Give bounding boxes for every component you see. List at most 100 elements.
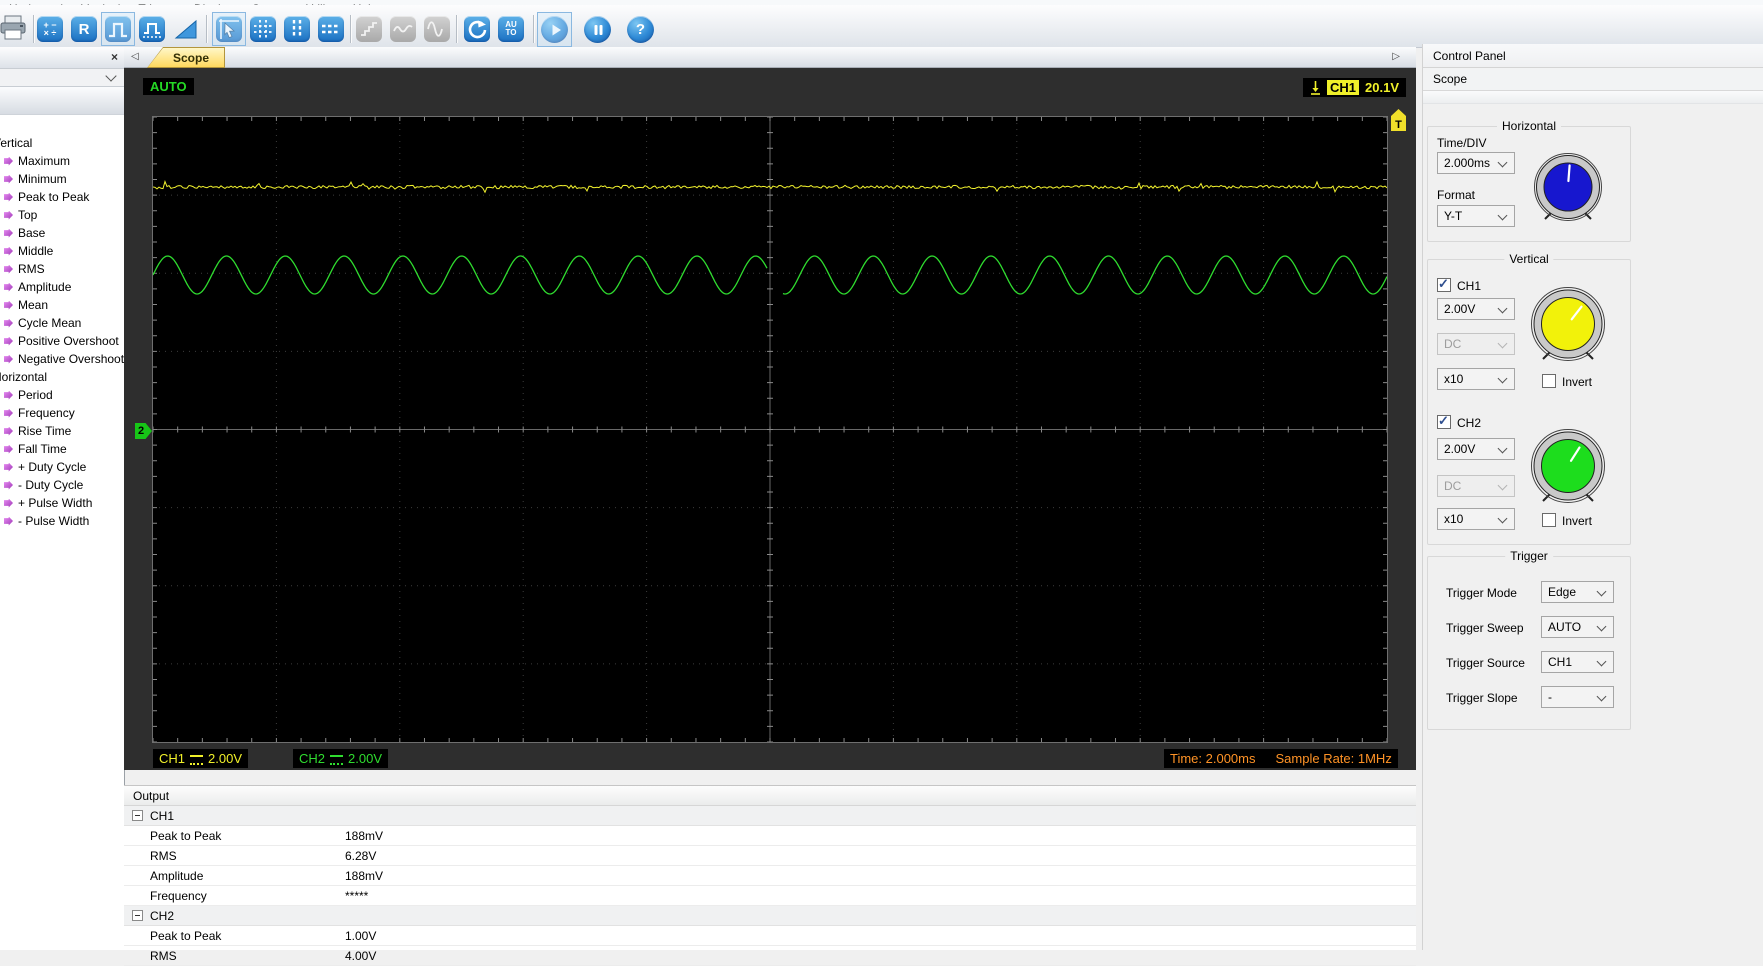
- pulse-button[interactable]: [101, 12, 135, 46]
- measure-label: Maximum: [18, 154, 71, 168]
- ch1-invert-checkbox[interactable]: [1542, 374, 1556, 388]
- toolbar-separator: [33, 15, 35, 43]
- pulse-baseline-button[interactable]: [139, 16, 165, 42]
- collapse-icon[interactable]: [132, 910, 143, 921]
- measure-label: Top: [18, 208, 38, 222]
- measure-list-item[interactable]: Amplitude: [0, 278, 124, 296]
- arrow-bullet-icon: [4, 156, 13, 166]
- ch2-position-marker[interactable]: 2: [135, 423, 152, 439]
- pause-button[interactable]: [584, 16, 611, 43]
- measure-list-item[interactable]: Minimum: [0, 170, 124, 188]
- measure-label: Middle: [18, 244, 54, 258]
- measure-list-item[interactable]: Fall Time: [0, 440, 124, 458]
- trigger-row-select[interactable]: AUTO: [1541, 616, 1614, 638]
- tab-scroll-left-icon[interactable]: ◁: [131, 50, 139, 64]
- horizontal-cursors-button[interactable]: [318, 16, 344, 42]
- ramp-button[interactable]: [173, 16, 199, 42]
- ch2-invert-checkbox[interactable]: [1542, 513, 1556, 527]
- vertical-cursors-button[interactable]: [284, 16, 310, 42]
- tab-scope[interactable]: Scope: [147, 47, 225, 68]
- measure-list-item[interactable]: Vertical: [0, 134, 124, 152]
- close-icon[interactable]: ×: [111, 50, 118, 64]
- tab-scroll-right-icon[interactable]: ▷: [1392, 50, 1400, 64]
- measure-label: Frequency: [18, 406, 75, 420]
- print-button[interactable]: [0, 13, 30, 43]
- step-wave-icon: [361, 22, 377, 36]
- grid-button[interactable]: [250, 16, 276, 42]
- run-button[interactable]: [537, 12, 572, 47]
- measure-list-item[interactable]: Base: [0, 224, 124, 242]
- measure-list-item[interactable]: + Pulse Width: [0, 494, 124, 512]
- measure-list-item[interactable]: Frequency: [0, 404, 124, 422]
- autoset-button[interactable]: AU TO: [498, 16, 524, 42]
- ch2-coupling-select[interactable]: DC: [1437, 475, 1515, 497]
- measure-list-item[interactable]: + Duty Cycle: [0, 458, 124, 476]
- output-row: CH2: [124, 906, 1416, 926]
- sine-wave-button[interactable]: [424, 16, 450, 42]
- tab-scope-label: Scope: [172, 50, 209, 65]
- trigger-source-badge: CH1: [1327, 80, 1360, 95]
- ch1-enable-checkbox[interactable]: [1437, 276, 1451, 292]
- cursor-button[interactable]: [212, 12, 246, 46]
- reference-button[interactable]: R: [71, 16, 97, 42]
- measure-dropdown[interactable]: [0, 69, 124, 87]
- collapse-icon[interactable]: [132, 810, 143, 821]
- measure-list-item[interactable]: - Pulse Width: [0, 512, 124, 530]
- ch1-scale: 2.00V: [208, 751, 242, 766]
- timediv-select[interactable]: 2.000ms: [1437, 152, 1515, 174]
- measure-list-item[interactable]: Top: [0, 206, 124, 224]
- measure-label: Rise Time: [18, 424, 72, 438]
- measure-list-item[interactable]: Middle: [0, 242, 124, 260]
- output-row: Peak to Peak 1.00V: [124, 926, 1416, 946]
- measure-list-item[interactable]: Positive Overshoot: [0, 332, 124, 350]
- help-button[interactable]: ?: [627, 16, 654, 43]
- ch2-enable-checkbox[interactable]: [1437, 413, 1451, 429]
- measure-list-item[interactable]: Mean: [0, 296, 124, 314]
- measure-list-item[interactable]: Period: [0, 386, 124, 404]
- pulse-baseline-icon: [143, 23, 161, 38]
- step-wave-button[interactable]: [356, 16, 382, 42]
- measure-list-item[interactable]: Negative Overshoot: [0, 350, 124, 368]
- ch2-label: CH2: [299, 751, 326, 766]
- math-button[interactable]: + − × ÷: [37, 16, 63, 42]
- ch2-position-knob[interactable]: [1526, 423, 1610, 515]
- ch1-position-knob[interactable]: [1526, 281, 1610, 373]
- ch1-scale-select[interactable]: 2.00V: [1437, 298, 1515, 320]
- arrow-bullet-icon: [4, 246, 13, 256]
- trigger-row-select[interactable]: CH1: [1541, 651, 1614, 673]
- trigger-position-marker[interactable]: T: [1391, 109, 1406, 131]
- ch1-probe-select[interactable]: x10: [1437, 368, 1515, 390]
- measure-list-item[interactable]: - Duty Cycle: [0, 476, 124, 494]
- measure-label: Negative Overshoot: [18, 352, 125, 366]
- trigger-group-title: Trigger: [1505, 549, 1553, 563]
- trigger-row-select[interactable]: Edge: [1541, 581, 1614, 603]
- trigger-rows: Trigger Mode Edge Trigger Sweep AUTO Tri…: [1428, 581, 1630, 721]
- horizontal-knob[interactable]: [1528, 147, 1608, 231]
- toolbar-separator: [456, 15, 458, 43]
- vertical-cursors-icon: [292, 20, 302, 38]
- output-row-value: *****: [345, 889, 369, 903]
- smooth-wave-button[interactable]: [390, 16, 416, 42]
- output-row-label: RMS: [150, 949, 177, 963]
- ch1-status-badge: CH1 2.00V: [153, 749, 248, 768]
- ch1-coupling-select[interactable]: DC: [1437, 333, 1515, 355]
- output-row: RMS 6.28V: [124, 846, 1416, 866]
- play-icon: [552, 24, 561, 35]
- measure-list-item[interactable]: RMS: [0, 260, 124, 278]
- ch2-probe-select[interactable]: x10: [1437, 508, 1515, 530]
- measure-label: Mean: [18, 298, 49, 312]
- trigger-row-value: AUTO: [1548, 620, 1582, 634]
- measure-list-item[interactable]: Cycle Mean: [0, 314, 124, 332]
- measure-list-item[interactable]: Peak to Peak: [0, 188, 124, 206]
- arrow-bullet-icon: [4, 444, 13, 454]
- refresh-button[interactable]: [464, 16, 490, 42]
- output-row: Frequency *****: [124, 886, 1416, 906]
- measure-list-item[interactable]: Maximum: [0, 152, 124, 170]
- ch2-scale-select[interactable]: 2.00V: [1437, 438, 1515, 460]
- measure-list-item[interactable]: Rise Time: [0, 422, 124, 440]
- format-select[interactable]: Y-T: [1437, 205, 1515, 227]
- trigger-row-select[interactable]: -: [1541, 686, 1614, 708]
- measure-list-item[interactable]: Horizontal: [0, 368, 124, 386]
- arrow-bullet-icon: [4, 498, 13, 508]
- trigger-level-value: 20.1V: [1365, 80, 1399, 95]
